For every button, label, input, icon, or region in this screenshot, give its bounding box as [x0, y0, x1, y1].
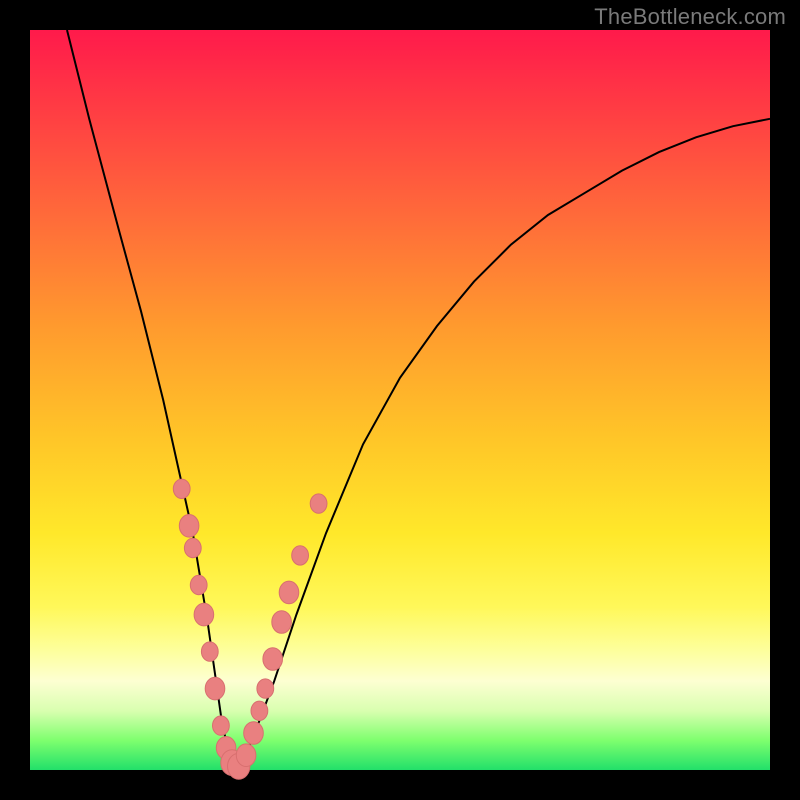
- curve-svg: [30, 30, 770, 770]
- curve-marker: [257, 679, 274, 698]
- curve-marker: [279, 581, 299, 604]
- curve-marker: [201, 642, 218, 661]
- curve-markers: [173, 479, 327, 779]
- curve-marker: [190, 575, 207, 594]
- curve-marker: [251, 701, 268, 720]
- bottleneck-curve: [67, 30, 770, 770]
- curve-marker: [179, 515, 199, 538]
- curve-marker: [263, 648, 283, 671]
- curve-marker: [310, 494, 327, 513]
- plot-area: [30, 30, 770, 770]
- chart-frame: TheBottleneck.com: [0, 0, 800, 800]
- curve-marker: [213, 716, 230, 735]
- curve-marker: [236, 744, 256, 767]
- curve-marker: [173, 479, 190, 498]
- curve-marker: [272, 611, 292, 634]
- curve-marker: [205, 677, 225, 700]
- curve-marker: [194, 603, 214, 626]
- curve-marker: [244, 722, 264, 745]
- curve-marker: [292, 546, 309, 565]
- curve-marker: [184, 538, 201, 557]
- watermark-text: TheBottleneck.com: [594, 4, 786, 30]
